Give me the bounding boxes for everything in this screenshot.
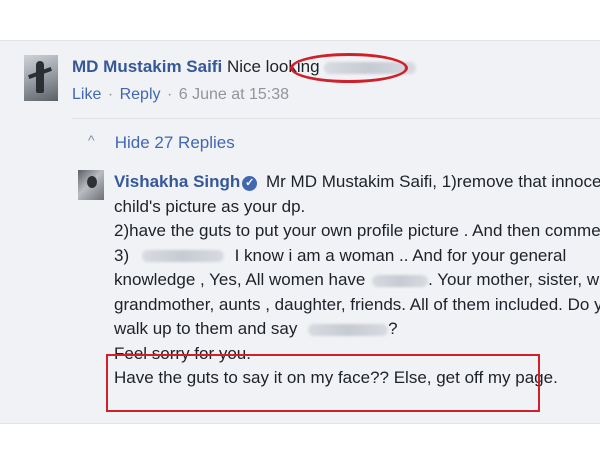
reply-line: child's picture as your dp. <box>114 195 594 220</box>
reply-text: 3) <box>114 245 130 265</box>
avatar-face <box>87 176 97 188</box>
reply-text: knowledge , Yes, All women have <box>114 270 366 289</box>
reply-link[interactable]: Reply <box>120 86 161 103</box>
reply-text: I know i am a woman .. And for your gene… <box>234 245 567 265</box>
reply-line: walk up to them and say ? <box>114 317 594 342</box>
reply-text: ? <box>388 319 398 338</box>
hide-replies-toggle[interactable]: ^ Hide 27 Replies <box>88 127 235 156</box>
reply-line: Vishakha Singh ✓ Mr MD Mustakim Saifi, 1)… <box>114 170 600 195</box>
reply-line: knowledge , Yes, All women have . Your m… <box>114 268 600 293</box>
chevron-up-icon: ^ <box>88 132 95 148</box>
reply-text: child's picture as your dp. <box>114 196 306 216</box>
comment-author-link[interactable]: MD Mustakim Saifi <box>72 57 222 76</box>
red-highlight-oval <box>290 53 408 83</box>
reply-text: Mr MD Mustakim Saifi, 1)remove that inno… <box>266 172 600 191</box>
reply-author-link[interactable]: Vishakha Singh <box>114 172 240 191</box>
blurred-word <box>372 274 429 287</box>
reply-line: 2)have the guts to put your own profile … <box>114 219 600 244</box>
reply-text: 2)have the guts to put your own profile … <box>114 221 600 240</box>
action-separator: · <box>166 86 173 103</box>
reply-line: grandmother, aunts , daughter, friends. … <box>114 293 600 318</box>
thread-divider <box>72 118 600 119</box>
verified-badge-icon: ✓ <box>242 176 258 191</box>
blurred-word <box>141 250 224 263</box>
reply-text: grandmother, aunts , daughter, friends. … <box>114 294 600 314</box>
action-separator: · <box>107 86 114 103</box>
reply-text: walk up to them and say <box>114 319 298 338</box>
commenter-avatar[interactable] <box>24 55 58 101</box>
avatar-figure <box>36 61 44 93</box>
red-highlight-box <box>106 354 540 412</box>
like-link[interactable]: Like <box>72 86 101 103</box>
comment-timestamp[interactable]: 6 June at 15:38 <box>179 86 289 103</box>
replier-avatar[interactable] <box>78 170 104 200</box>
comment-actions: Like · Reply · 6 June at 15:38 <box>72 84 289 106</box>
reply-text: . Your mother, sister, wife, <box>428 270 600 289</box>
blurred-word <box>308 323 389 336</box>
hide-replies-label[interactable]: Hide 27 Replies <box>115 133 235 152</box>
reply-line: 3) I know i am a woman .. And for your g… <box>114 244 594 269</box>
